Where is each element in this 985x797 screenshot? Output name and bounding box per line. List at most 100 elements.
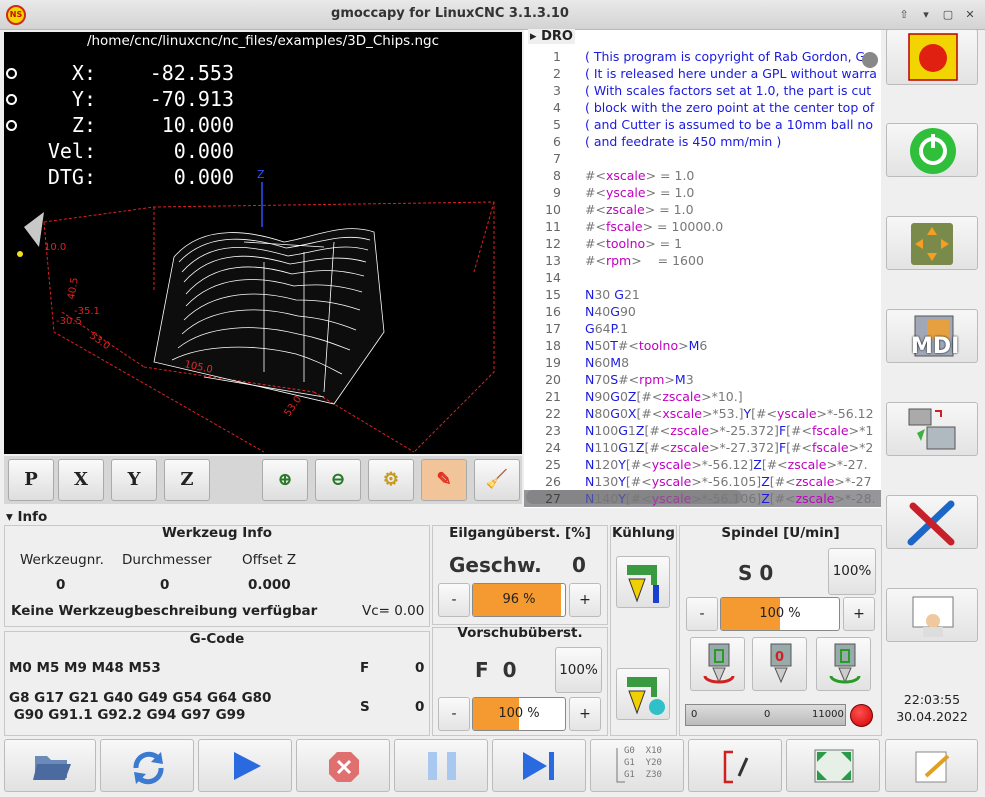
feed-minus-button[interactable]: - [438, 697, 470, 731]
clear-plot-button[interactable]: 🧹 [474, 459, 520, 501]
code-hscroll-handle[interactable] [526, 490, 742, 504]
feed-override-bar[interactable]: 100 % [472, 697, 566, 731]
edit-file-button[interactable] [885, 739, 978, 792]
zoom-out-button[interactable]: ⊖ [315, 459, 361, 501]
reload-button[interactable] [100, 739, 194, 792]
code-line[interactable]: 19 N60M8 [524, 354, 881, 371]
window-maximize-icon[interactable]: ▢ [940, 7, 956, 23]
line-number: 1 [553, 49, 561, 64]
open-file-button[interactable] [4, 739, 96, 792]
code-line[interactable]: 12 #<toolno> = 1 [524, 235, 881, 252]
line-text: ( This program is copyright of Rab Gordo… [585, 49, 873, 64]
window-menu-icon[interactable]: ⇧ [896, 7, 912, 23]
info-expander[interactable]: ▾ Info [6, 509, 47, 525]
step-button[interactable] [492, 739, 586, 792]
spindle-stop-icon [770, 643, 792, 684]
edit-gcode-button[interactable] [688, 739, 782, 792]
code-line[interactable]: 8 #<xscale> = 1.0 [524, 167, 881, 184]
feed-override-text: 100 % [498, 706, 540, 721]
tool-diameter-value: 0 [160, 577, 170, 593]
code-line[interactable]: 23 N100G1Z[#<zscale>*-25.372]F[#<fscale>*… [524, 422, 881, 439]
code-line[interactable]: 7 [524, 150, 881, 167]
code-line[interactable]: 6 ( and feedrate is 450 mm/min ) [524, 133, 881, 150]
run-button[interactable] [198, 739, 292, 792]
code-line[interactable]: 17 G64P.1 [524, 320, 881, 337]
rapid-plus-button[interactable]: + [569, 583, 601, 617]
run-from-line-button[interactable]: G0 X10 G1 Y20 G1 Z30 [590, 739, 684, 792]
rapid-override-bar[interactable]: 96 % [472, 583, 566, 617]
code-line[interactable]: 20 N70S#<rpm>M3 [524, 371, 881, 388]
window-minimize-icon[interactable]: ▾ [918, 7, 934, 23]
code-line[interactable]: 10 #<zscale> = 1.0 [524, 201, 881, 218]
code-line[interactable]: 25 N120Y[#<yscale>*-56.12]Z[#<zscale>*-27… [524, 456, 881, 473]
view-x-icon: X [74, 469, 88, 490]
mdi-mode-button[interactable]: MDI [886, 309, 978, 363]
code-line[interactable]: 13 #<rpm> = 1600 [524, 252, 881, 269]
code-line[interactable]: 9 #<yscale> = 1.0 [524, 184, 881, 201]
rapid-minus-button[interactable]: - [438, 583, 470, 617]
mist-button[interactable] [616, 668, 670, 720]
settings-button[interactable] [886, 495, 978, 549]
code-vscroll-handle[interactable] [862, 52, 878, 68]
line-text: N90G0Z[#<zscale>*10.] [585, 389, 743, 404]
gremlin-preview[interactable]: /home/cnc/linuxcnc/nc_files/examples/3D_… [4, 32, 522, 454]
line-number: 9 [553, 185, 561, 200]
spindle-reset-button[interactable]: 100% [828, 548, 876, 595]
line-number: 21 [545, 389, 561, 404]
line-text: N80G0X[#<xscale>*53.]Y[#<yscale>*-56.12 [585, 406, 874, 421]
window-close-icon[interactable]: ✕ [962, 7, 978, 23]
user-tabs-button[interactable] [886, 588, 978, 642]
view-perspective-button[interactable]: P [8, 459, 54, 501]
manual-mode-button[interactable] [886, 216, 978, 270]
estop-button[interactable] [886, 29, 978, 85]
code-line[interactable]: 15 N30 G21 [524, 286, 881, 303]
line-text: N130Y[#<yscale>*-56.105]Z[#<zscale>*-27 [585, 474, 872, 489]
spindle-reverse-button[interactable] [816, 637, 871, 691]
dro-expander[interactable]: ▸ DRO [528, 29, 575, 44]
code-line[interactable]: 3 ( With scales factors set at 1.0, the p… [524, 82, 881, 99]
spindle-title: Spindel [U/min] [721, 525, 840, 541]
show-tool-button[interactable]: ⚙ [368, 459, 414, 501]
code-line[interactable]: 4 ( block with the zero point at the cent… [524, 99, 881, 116]
code-line[interactable]: 11 #<fscale> = 10000.0 [524, 218, 881, 235]
code-line[interactable]: 18 N50T#<toolno>M6 [524, 337, 881, 354]
view-z-button[interactable]: Z [164, 459, 210, 501]
flood-button[interactable] [616, 556, 670, 608]
stop-button[interactable] [296, 739, 390, 792]
spindle-stop-button[interactable]: 0 [752, 637, 807, 691]
line-text: #<rpm> = 1600 [585, 253, 704, 268]
show-dimensions-button[interactable]: ✎ [421, 459, 467, 501]
machine-on-button[interactable] [886, 123, 978, 177]
fullscreen-button[interactable] [786, 739, 880, 792]
code-line[interactable]: 2 ( It is released here under a GPL witho… [524, 65, 881, 82]
stop-icon [329, 752, 359, 782]
code-line[interactable]: 21 N90G0Z[#<zscale>*10.] [524, 388, 881, 405]
spindle-forward-button[interactable] [690, 637, 745, 691]
code-line[interactable]: 22 N80G0X[#<xscale>*53.]Y[#<yscale>*-56.1… [524, 405, 881, 422]
code-line[interactable]: 1 ( This program is copyright of Rab Gord… [524, 48, 881, 65]
auto-mode-button[interactable] [886, 402, 978, 456]
line-number: 24 [545, 440, 561, 455]
active-gcodes-1: G8 G17 G21 G40 G49 G54 G64 G80 [9, 690, 272, 706]
line-text: N50T#<toolno>M6 [585, 338, 708, 353]
code-line[interactable]: 16 N40G90 [524, 303, 881, 320]
pause-button[interactable] [394, 739, 488, 792]
code-line[interactable]: 14 [524, 269, 881, 286]
clock-time: 22:03:55 [903, 692, 961, 707]
code-line[interactable]: 24 N110G1Z[#<zscale>*-27.372]F[#<fscale>*… [524, 439, 881, 456]
zoom-in-button[interactable]: ⊕ [262, 459, 308, 501]
view-x-button[interactable]: X [58, 459, 104, 501]
spindle-minus-button[interactable]: - [686, 597, 718, 631]
view-y-button[interactable]: Y [111, 459, 157, 501]
line-number: 4 [553, 100, 561, 115]
spindle-override-bar[interactable]: 100 % [720, 597, 840, 631]
line-text: ( block with the zero point at the cente… [585, 100, 875, 115]
code-line[interactable]: 5 ( and Cutter is assumed to be a 10mm ba… [524, 116, 881, 133]
feed-reset-button[interactable]: 100% [555, 647, 602, 693]
line-text: N100G1Z[#<zscale>*-25.372]F[#<fscale>*1 [585, 423, 874, 438]
feed-plus-button[interactable]: + [569, 697, 601, 731]
power-icon [910, 128, 956, 174]
spindle-plus-button[interactable]: + [843, 597, 875, 631]
code-line[interactable]: 26 N130Y[#<yscale>*-56.105]Z[#<zscale>*-2… [524, 473, 881, 490]
gcode-view[interactable]: 1 ( This program is copyright of Rab Gord… [524, 30, 881, 508]
